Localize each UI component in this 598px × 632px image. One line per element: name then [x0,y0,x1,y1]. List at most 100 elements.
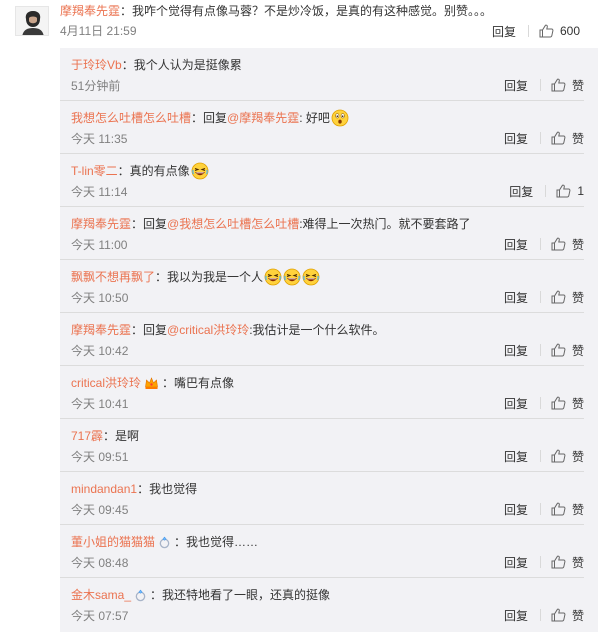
reply-button[interactable]: 回复 [504,77,528,94]
reply-text-prefix: ：回复 [131,217,168,231]
reply-item: mindandan1 ：我也觉得 今天 09:45 回复 赞 [60,472,584,525]
reply-button[interactable]: 回复 [504,342,528,359]
reply-mention[interactable]: @摩羯奉先霆 [227,109,299,127]
reply-username[interactable]: mindandan1 [71,480,137,498]
thumbs-up-icon [551,343,566,357]
reply-button[interactable]: 回复 [504,395,528,412]
like-button[interactable]: 赞 [551,236,584,253]
reply-time: 今天 10:41 [71,397,129,411]
like-label: 赞 [571,290,584,305]
reply-button[interactable]: 回复 [504,607,528,624]
laughing-emoji [191,162,209,180]
reply-username[interactable]: critical洪玲玲 [71,374,141,392]
reply-username[interactable]: 摩羯奉先霆 [71,321,131,339]
reply-button[interactable]: 回复 [492,23,516,40]
action-divider [539,450,541,462]
like-button[interactable]: 赞 [551,77,584,94]
reply-username[interactable]: 金木sama_ [71,586,131,604]
like-label: 赞 [571,502,584,517]
reply-item: 于玲玲Vb ：我个人认为是挺像累 51分钟前 回复 赞 [60,48,584,101]
reply-username[interactable]: T-lin零二 [71,162,118,180]
thumbs-up-icon [556,184,571,198]
like-button[interactable]: 赞 [551,130,584,147]
reply-time: 今天 08:48 [71,556,129,570]
ring-badge-icon[interactable] [158,536,171,549]
reply-button[interactable]: 回复 [504,501,528,518]
action-divider [539,79,541,91]
laughing-emoji [264,268,282,286]
avatar[interactable] [15,6,49,36]
laughing-emoji [302,268,320,286]
reply-item: critical洪玲玲 ：嘴巴有点像 今天 10:41 回复 赞 [60,366,584,419]
reply-actions: 回复 赞 [504,395,584,411]
main-comment: 摩羯奉先霆：我咋个觉得有点像马蓉？不是炒冷饭，是真的有这种感觉。别赞。。。 4月… [0,0,598,48]
reply-content: 董小姐的猫猫猫 ：我也觉得…… [71,533,258,551]
thumbs-up-icon [551,131,566,145]
reply-content: 717霹 ：是啊 [71,427,139,445]
thumbs-up-icon [551,502,566,516]
reply-username[interactable]: 董小姐的猫猫猫 [71,533,155,551]
thumbs-up-icon [551,555,566,569]
like-label: 赞 [571,78,584,93]
reply-item: T-lin零二 ：真的有点像 今天 11:14 回复 1 [60,154,584,207]
like-button[interactable]: 600 [539,24,580,38]
reply-text-prefix: ：回复 [191,111,228,125]
comment-time: 4月11日 21:59 [60,24,137,38]
reply-button[interactable]: 回复 [504,130,528,147]
like-label: 赞 [571,343,584,358]
like-button[interactable]: 赞 [551,448,584,465]
reply-username[interactable]: 我想怎么吐槽怎么吐槽 [71,109,191,127]
reply-text: : 好吧 [299,111,330,125]
replies-panel: 于玲玲Vb ：我个人认为是挺像累 51分钟前 回复 赞 我想怎么吐槽怎么吐槽 ：回复… [60,48,598,632]
action-divider [539,238,541,250]
reply-username[interactable]: 飘飘不想再飘了 [71,268,155,286]
reply-actions: 回复 赞 [504,448,584,464]
reply-actions: 回复 赞 [504,289,584,305]
reply-item: 摩羯奉先霆 ：回复 @我想怎么吐槽怎么吐槽:难得上一次热门。就不要套路了 今天 11… [60,207,584,260]
reply-time: 今天 10:50 [71,291,129,305]
thumbs-up-icon [551,396,566,410]
action-divider [539,132,541,144]
thumbs-up-icon [551,78,566,92]
like-button[interactable]: 赞 [551,342,584,359]
reply-time: 今天 11:00 [71,238,128,252]
like-label: 赞 [571,555,584,570]
like-label: 赞 [571,449,584,464]
like-label: 赞 [571,608,584,623]
surprised-emoji [331,109,349,127]
reply-username[interactable]: 摩羯奉先霆 [71,215,131,233]
action-divider [539,344,541,356]
reply-mention[interactable]: @我想怎么吐槽怎么吐槽 [167,215,299,233]
reply-text: ：我也觉得 [137,482,198,496]
like-button[interactable]: 赞 [551,289,584,306]
thumbs-up-icon [551,608,566,622]
reply-button[interactable]: 回复 [504,554,528,571]
like-button[interactable]: 赞 [551,607,584,624]
thumbs-up-icon [551,290,566,304]
reply-button[interactable]: 回复 [509,183,533,200]
reply-button[interactable]: 回复 [504,448,528,465]
comment-username[interactable]: 摩羯奉先霆 [60,4,120,18]
action-divider [527,25,529,37]
reply-button[interactable]: 回复 [504,289,528,306]
reply-content: 摩羯奉先霆 ：回复 @我想怎么吐槽怎么吐槽:难得上一次热门。就不要套路了 [71,215,471,233]
reply-actions: 回复 赞 [504,342,584,358]
like-button[interactable]: 1 [556,184,584,198]
reply-content: 摩羯奉先霆 ：回复 @critical洪玲玲:我估计是一个什么软件。 [71,321,385,339]
ring-badge-icon[interactable] [134,589,147,602]
like-button[interactable]: 赞 [551,501,584,518]
reply-time: 今天 09:45 [71,503,129,517]
reply-mention[interactable]: @critical洪玲玲 [167,321,249,339]
reply-username[interactable]: 717霹 [71,427,103,445]
like-button[interactable]: 赞 [551,554,584,571]
reply-content: 飘飘不想再飘了 ：我以为我是一个人 [71,268,320,286]
action-divider [539,556,541,568]
like-count: 600 [559,24,580,38]
reply-button[interactable]: 回复 [504,236,528,253]
crown-badge-icon[interactable] [144,376,159,390]
reply-item: 摩羯奉先霆 ：回复 @critical洪玲玲:我估计是一个什么软件。 今天 10:4… [60,313,584,366]
like-label: 赞 [571,237,584,252]
like-button[interactable]: 赞 [551,395,584,412]
reply-username[interactable]: 于玲玲Vb [71,56,122,74]
thumbs-up-icon [551,449,566,463]
